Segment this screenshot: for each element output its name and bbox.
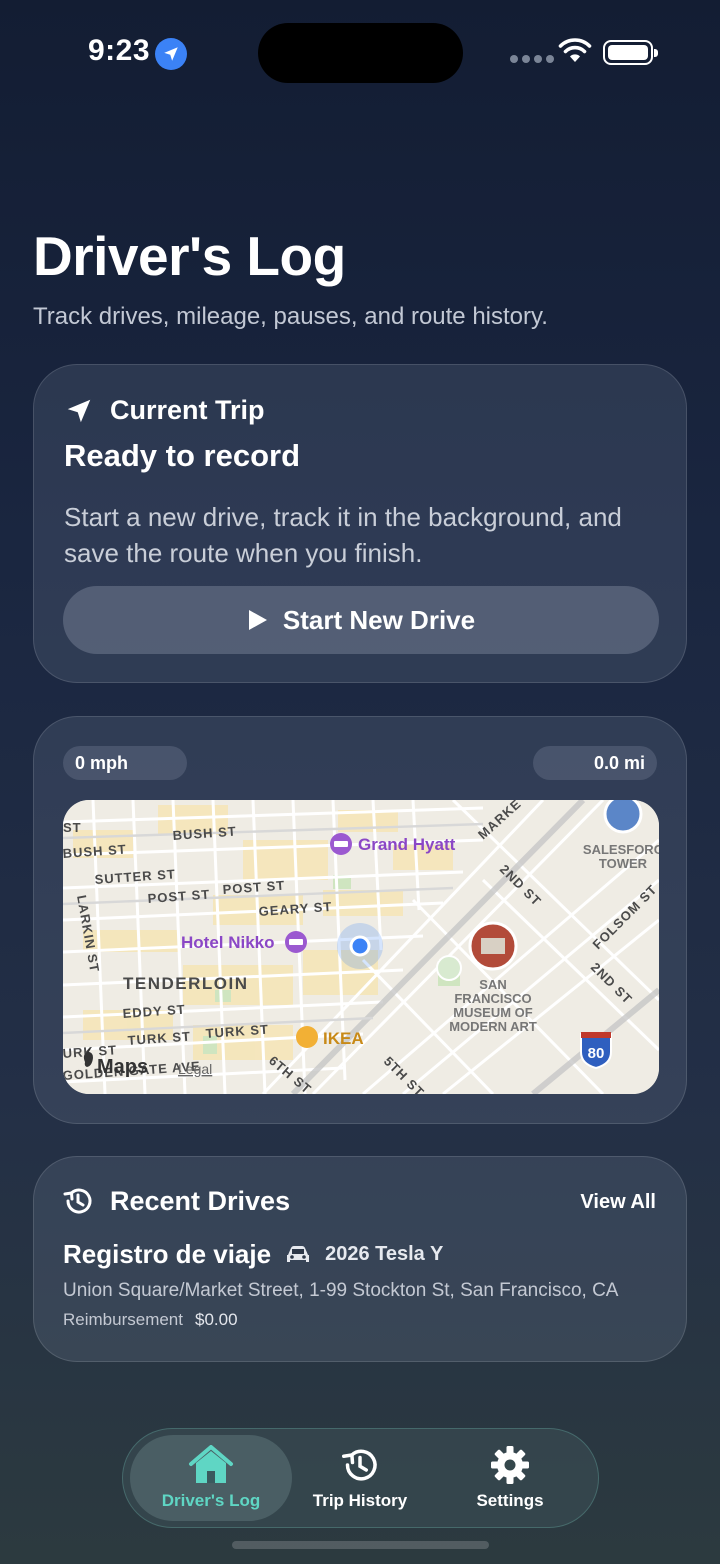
poi-grand-hyatt[interactable]: Grand Hyatt [358, 835, 456, 854]
history-clock-icon [63, 1188, 92, 1214]
shopping-icon [296, 1026, 318, 1048]
current-trip-header: Current Trip [64, 395, 265, 426]
current-trip-label: Current Trip [110, 395, 265, 425]
live-map-card: 0 mph 0.0 mi BUSH ST BUSH ST ST SUTTER S… [33, 716, 687, 1124]
tab-settings-label: Settings [476, 1491, 544, 1510]
tab-drivers-log-label: Driver's Log [161, 1491, 261, 1510]
drive-list-item[interactable]: Registro de viaje 2026 Tesla Y [63, 1239, 443, 1270]
start-new-drive-button[interactable]: Start New Drive [63, 586, 659, 654]
map-label-museum-2: FRANCISCO [454, 991, 531, 1006]
map-label-tenderloin: TENDERLOIN [123, 974, 249, 993]
salesforce-tower-icon [603, 800, 643, 834]
tab-bar: Driver's Log Trip History Settings [122, 1428, 599, 1528]
recent-drives-card: Recent Drives View All Registro de viaje… [33, 1156, 687, 1362]
play-icon [248, 610, 267, 630]
trip-description: Start a new drive, track it in the backg… [64, 502, 622, 568]
current-trip-card: Current Trip Ready to record Start a new… [33, 364, 687, 683]
cellular-signal-icon [510, 55, 554, 63]
page-title: Driver's Log [33, 225, 346, 287]
tab-trip-history[interactable]: Trip History [295, 1435, 425, 1521]
recent-drives-title: Recent Drives [110, 1185, 291, 1216]
tab-trip-history-label: Trip History [312, 1491, 408, 1510]
distance-readout: 0.0 mi [533, 746, 657, 780]
park-icon [436, 955, 462, 981]
status-time: 9:23 [88, 34, 151, 67]
home-indicator[interactable] [232, 1541, 489, 1549]
map-label-tower: TOWER [599, 856, 648, 871]
drive-address: Union Square/Market Street, 1-99 Stockto… [63, 1280, 619, 1301]
drive-name: Registro de viaje [63, 1239, 272, 1269]
map-label-museum-4: MODERN ART [449, 1019, 537, 1034]
car-icon [287, 1245, 310, 1262]
map-label-salesforce: SALESFORC [583, 842, 659, 857]
battery-icon [603, 40, 658, 65]
view-all-link[interactable]: View All [580, 1191, 656, 1214]
map-label-st: ST [63, 820, 82, 835]
recent-drives-header: Recent Drives [62, 1185, 290, 1217]
navigation-arrow-icon [67, 399, 91, 422]
history-clock-icon [342, 1449, 377, 1481]
reimbursement-value: $0.00 [195, 1310, 238, 1329]
house-icon [189, 1445, 233, 1483]
start-new-drive-label: Start New Drive [282, 604, 476, 635]
tab-settings[interactable]: Settings [445, 1435, 575, 1521]
legal-link[interactable]: Legal [178, 1061, 212, 1077]
status-bar: 9:23 [0, 0, 720, 100]
gear-icon [491, 1446, 529, 1484]
poi-ikea[interactable]: IKEA [323, 1029, 364, 1048]
current-location-dot [349, 935, 371, 957]
route-map[interactable]: BUSH ST BUSH ST ST SUTTER ST POST ST POS… [63, 800, 659, 1094]
wifi-icon [558, 38, 592, 62]
dynamic-island [258, 23, 463, 83]
location-arrow-icon [155, 38, 187, 70]
map-label-museum-3: MUSEUM OF [453, 1005, 533, 1020]
map-label-highway: 80 [588, 1045, 605, 1062]
speed-readout: 0 mph [63, 746, 187, 780]
page-subtitle: Track drives, mileage, pauses, and route… [33, 303, 548, 330]
map-label-museum-1: SAN [479, 977, 506, 992]
poi-hotel-nikko[interactable]: Hotel Nikko [181, 933, 275, 952]
reimbursement-label: Reimbursement [63, 1310, 183, 1329]
drive-reimbursement: Reimbursement $0.00 [63, 1310, 238, 1330]
trip-status: Ready to record [64, 438, 301, 473]
tab-drivers-log[interactable]: Driver's Log [130, 1435, 292, 1521]
drive-vehicle: 2026 Tesla Y [325, 1243, 444, 1265]
maps-attribution: Maps [97, 1056, 148, 1078]
